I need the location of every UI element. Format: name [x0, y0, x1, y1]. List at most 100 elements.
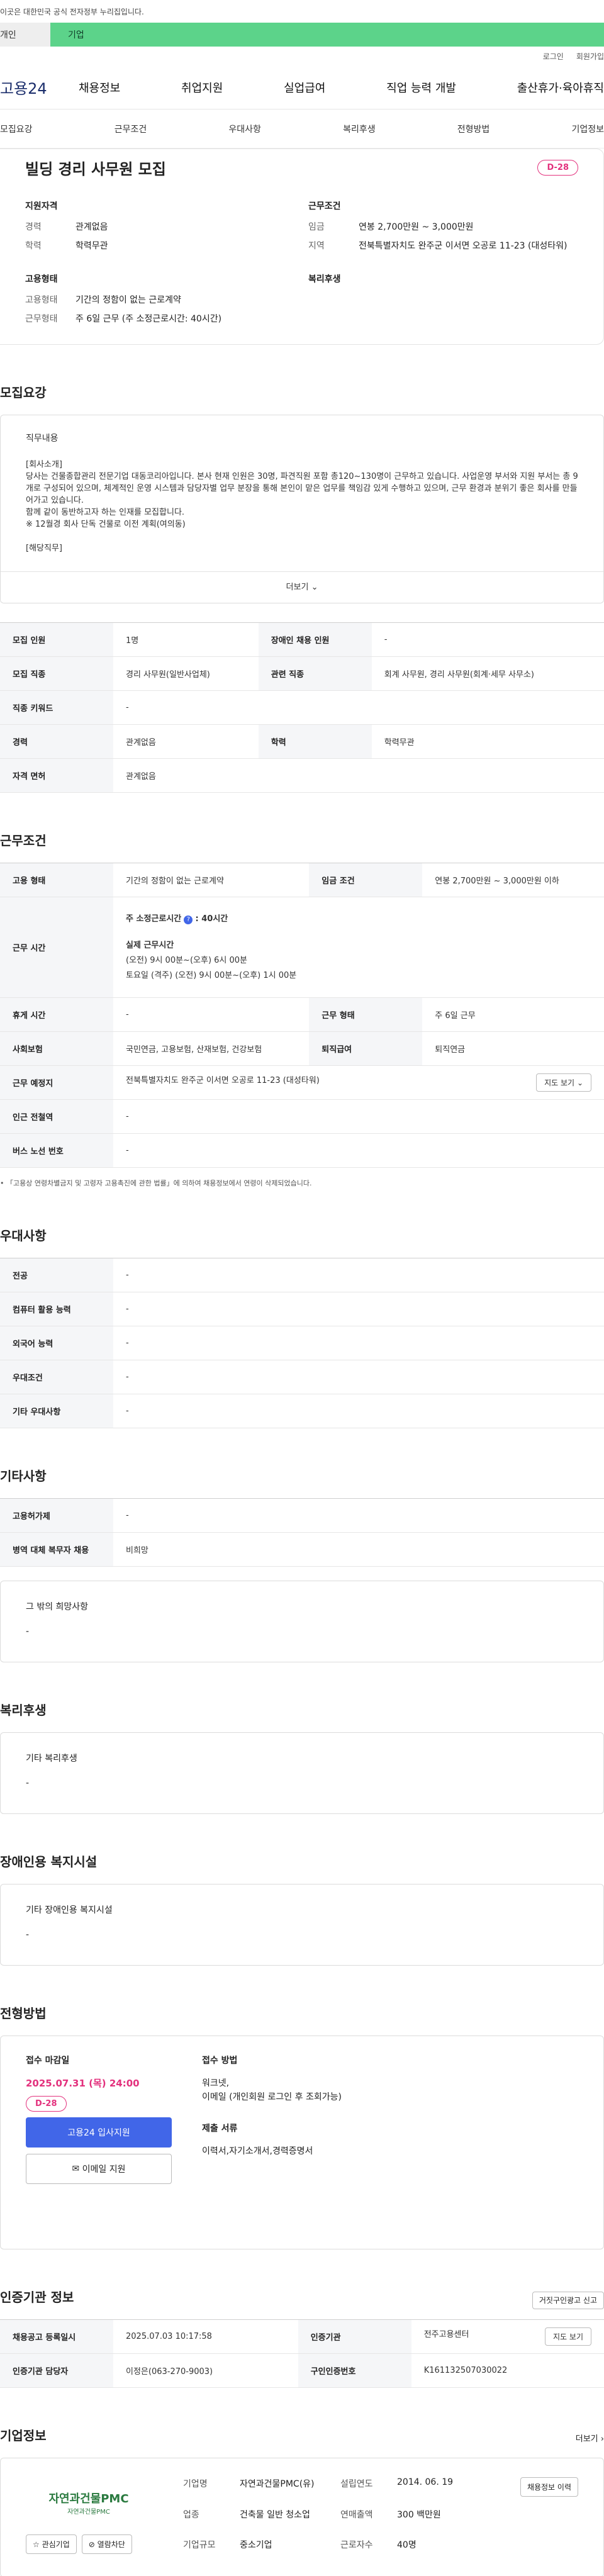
- report-button-wrap: 거짓구인광고 신고: [532, 2292, 604, 2319]
- co-value: 자연과건물PMC(유): [240, 2479, 315, 2489]
- table-header-cell: 인증기관: [298, 2319, 411, 2354]
- table-header-cell: 고용 형태: [0, 863, 113, 897]
- chevron-down-icon: ⌄: [576, 1078, 583, 1087]
- work-time-cell: 주 소정근로시간 ? : 40시간 실제 근무시간 (오전) 9시 00분~(오…: [113, 897, 604, 998]
- gnb-item-employment-support[interactable]: 취업지원: [181, 79, 223, 96]
- co-key: 연매출액: [340, 2509, 373, 2520]
- company-more-label: 더보기: [575, 2434, 598, 2444]
- apply-right: 접수 방법 워크넷, 이메일 (개인회원 로그인 후 조회가능) 제출 서류 이…: [202, 2054, 578, 2231]
- table-header-cell: 근무 시간: [0, 897, 113, 998]
- table-row: 사회보험 국민연금, 고용보험, 산재보험, 건강보험 퇴직급여 퇴직연금: [0, 1031, 604, 1066]
- agency-map-button[interactable]: 지도 보기: [545, 2327, 591, 2346]
- summary-grid: 지원자격 경력 관계없음 학력 학력무관 근무조건 임금 연봉 2,700만원 ~ 3…: [25, 186, 603, 332]
- etc-wish-title: 그 밖의 희망사항: [26, 1602, 89, 1612]
- apply-email-button[interactable]: ✉ 이메일 지원: [26, 2154, 172, 2184]
- table-cell: -: [113, 1394, 604, 1428]
- job-summary-card: 빌딩 경리 사무원 모집 D-28 지원자격 경력 관계없음 학력 학력무관 근무조…: [0, 148, 604, 345]
- work-time-head: 주 소정근로시간 ? : 40시간: [126, 912, 591, 927]
- company-more-link[interactable]: 더보기 ›: [576, 2432, 604, 2458]
- job-title: 빌딩 경리 사무원 모집: [25, 160, 166, 178]
- table-cell: -: [113, 1360, 604, 1394]
- welfare-block: 복리후생: [308, 272, 603, 332]
- table-row: 전공 -: [0, 1258, 604, 1292]
- apply-online-button[interactable]: 고용24 입사지원: [26, 2117, 172, 2148]
- table-header-cell: 자격 면허: [0, 758, 113, 793]
- block-icon: ⊘: [88, 2540, 95, 2549]
- anchor-company[interactable]: 기업정보: [571, 123, 604, 135]
- table-cell: -: [113, 1099, 604, 1134]
- more-button[interactable]: 더보기 ⌄: [1, 571, 603, 603]
- doc-title: 제출 서류: [202, 2124, 238, 2134]
- anchor-prefer[interactable]: 우대사항: [228, 123, 261, 135]
- dday-badge: D-28: [537, 159, 578, 176]
- table-cell: 경리 사무원(일반사업체): [113, 656, 259, 691]
- kv-key: 학력: [25, 241, 42, 251]
- map-view-label: 지도 보기: [544, 1078, 575, 1087]
- dday-badge: D-28: [26, 2096, 67, 2112]
- hiring-history-button[interactable]: 채용정보 이력: [520, 2477, 578, 2497]
- company-logo-area: 자연과건물PMC 자연과건물PMC ☆ 관심기업 ⊘ 열람차단: [26, 2477, 152, 2558]
- co-key: 기업규모: [183, 2540, 216, 2551]
- prefer-table: 전공 - 컴퓨터 활용 능력 - 외국어 능력 - 우대조건 - 기타 우대사항 -: [0, 1258, 604, 1428]
- info-icon[interactable]: ?: [184, 915, 193, 924]
- co-key: 설립연도: [340, 2479, 373, 2489]
- table-header-cell: 기타 우대사항: [0, 1394, 113, 1428]
- gov-notice-text: 이곳은 대한민국 공식 전자정부 누리집입니다.: [0, 7, 144, 16]
- co-key: 업종: [183, 2509, 199, 2520]
- map-view-button[interactable]: 지도 보기 ⌄: [536, 1073, 591, 1092]
- table-row: 버스 노선 번호 -: [0, 1133, 604, 1168]
- tab-personal[interactable]: 개인: [0, 23, 50, 47]
- kv-value: 연봉 2,700만원 ~ 3,000만원: [359, 222, 474, 232]
- qual-heading: 지원자격: [25, 201, 58, 211]
- block-company-button[interactable]: ⊘ 열람차단: [81, 2534, 132, 2554]
- table-header-cell: 학력: [258, 724, 372, 759]
- gnb-item-unemployment-benefit[interactable]: 실업급여: [284, 79, 325, 96]
- tab-company[interactable]: 기업: [50, 23, 604, 47]
- real-time-line: 토요일 (격주) (오전) 9시 00분~(오후) 1시 00분: [126, 970, 297, 980]
- mail-icon: ✉: [72, 2164, 80, 2174]
- login-link[interactable]: 로그인: [543, 51, 564, 62]
- table-cell: 이정은(063-270-9003): [113, 2353, 298, 2388]
- table-header-cell: 임금 조건: [309, 863, 423, 897]
- site-logo[interactable]: 고용24: [0, 76, 79, 98]
- co-value: 2014. 06. 19: [397, 2477, 454, 2487]
- gov-notice: 이곳은 대한민국 공식 전자정부 누리집입니다.: [0, 0, 604, 23]
- desc-line: 당사는 건물종합관리 전문기업 대동코리아입니다. 본사 현재 인원은 30명,…: [26, 472, 578, 505]
- table-header-cell: 근무 예정지: [0, 1065, 113, 1100]
- section-title-conditions: 근무조건: [0, 833, 47, 848]
- section-title-disabled: 장애인용 복지시설: [0, 1854, 98, 1869]
- work-time-value: : 40시간: [195, 914, 228, 924]
- table-cell: -: [113, 1292, 604, 1326]
- etc-table: 고용허가제 - 병역 대체 복무자 채용 비희망: [0, 1498, 604, 1567]
- table-cell: -: [371, 622, 604, 657]
- kv-value: 전북특별자치도 완주군 이서면 오공로 11-23 (대성타워): [359, 241, 568, 251]
- anchor-selection[interactable]: 전형방법: [457, 123, 490, 135]
- agency-table: 채용공고 등록일시 2025.07.03 10:17:58 인증기관 전주고용센터 지…: [0, 2319, 604, 2388]
- kv-exp: 경력 관계없음: [25, 221, 308, 233]
- section-title-selection: 전형방법: [0, 2006, 47, 2021]
- signup-link[interactable]: 회원가입: [576, 51, 604, 62]
- work-time-label: 주 소정근로시간: [126, 914, 182, 924]
- company-header: 기업정보 더보기 ›: [0, 2388, 604, 2458]
- gnb-item-skills[interactable]: 직업 능력 개발: [386, 79, 456, 96]
- gnb-item-jobs[interactable]: 채용정보: [79, 79, 120, 96]
- anchor-recruit[interactable]: 모집요강: [0, 123, 33, 135]
- favorite-company-button[interactable]: ☆ 관심기업: [26, 2534, 77, 2554]
- anchor-conditions[interactable]: 근무조건: [115, 123, 147, 135]
- co-value: 40명: [397, 2540, 417, 2551]
- table-header-cell: 관련 직종: [258, 656, 372, 691]
- desc-line: [회사소개]: [26, 460, 62, 469]
- section-title-agency: 인증기관 정보: [0, 2290, 74, 2305]
- table-row: 인근 전철역 -: [0, 1099, 604, 1134]
- false-ad-report-button[interactable]: 거짓구인광고 신고: [532, 2292, 604, 2309]
- section-title-welfare: 복리후생: [0, 1703, 47, 1718]
- table-header-cell: 모집 직종: [0, 656, 113, 691]
- method-title: 접수 방법: [202, 2056, 238, 2066]
- kv-emp-hours: 근무형태 주 6일 근무 (주 소정근로시간: 40시간): [25, 313, 308, 325]
- gnb-item-parental-leave[interactable]: 출산휴가·육아휴직: [517, 79, 604, 96]
- table-header-cell: 우대조건: [0, 1360, 113, 1394]
- co-value: 중소기업: [240, 2540, 272, 2551]
- anchor-welfare[interactable]: 복리후생: [343, 123, 376, 135]
- work-block: 근무조건 임금 연봉 2,700만원 ~ 3,000만원 지역 전북특별자치도 완주…: [308, 199, 603, 259]
- table-header-cell: 퇴직급여: [309, 1031, 423, 1066]
